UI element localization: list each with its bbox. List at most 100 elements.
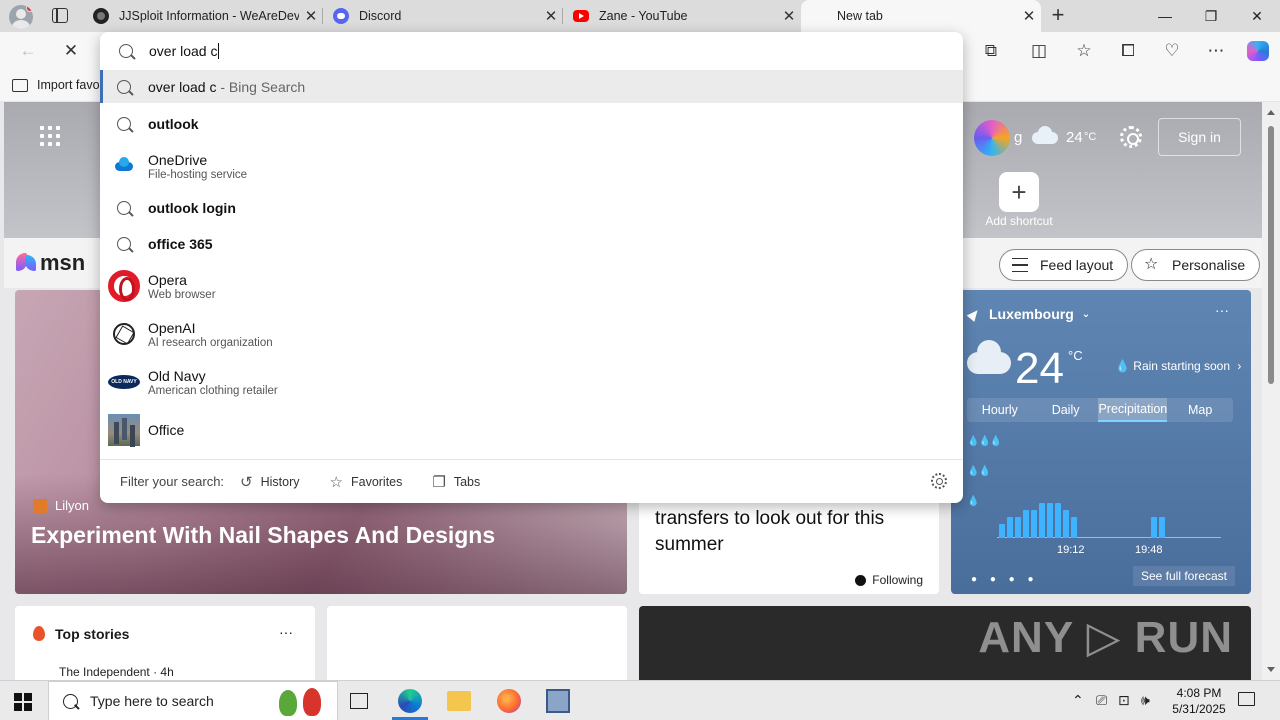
show-hidden-icons-chevron-icon[interactable]: ⌃ [1072,692,1084,709]
weather-temp-small[interactable]: 24 [1066,129,1083,146]
suggestion-search[interactable]: outlook login [100,190,963,226]
tab-daily[interactable]: Daily [1033,398,1099,422]
youtube-favicon-icon [573,10,589,22]
new-tab-plus-icon[interactable]: + [1047,4,1069,27]
app-taskbar-icon[interactable] [546,689,570,713]
weather-card[interactable]: Luxembourg ⌄ ··· 24 °C 💧 Rain starting s… [951,290,1251,594]
volume-icon[interactable]: 🕪 [1141,692,1150,709]
more-options-icon[interactable]: ··· [279,624,293,640]
tab-hourly[interactable]: Hourly [967,398,1033,422]
address-input[interactable]: over load c [149,43,220,59]
add-shortcut-plus-icon[interactable]: + [999,172,1039,212]
filter-tabs-button[interactable]: ❐ Tabs [432,473,480,491]
search-icon [119,44,133,58]
suggestion-entity[interactable]: OpenAI AI research organization [100,312,963,356]
top-stories-card[interactable]: Top stories ··· The Independent · 4h [15,606,315,680]
weather-location[interactable]: Luxembourg ⌄ [966,306,1090,322]
tab-jjsploit[interactable]: JJSploit Information - WeAreDevs ✕ [83,0,323,32]
close-window-icon[interactable]: ✕ [1234,0,1280,32]
file-explorer-icon[interactable] [447,691,471,711]
filter-history-button[interactable]: ↺ History [240,473,299,491]
opera-icon [108,270,140,302]
suggestion-search[interactable]: over load c - Bing Search [100,70,963,103]
precipitation-bar [1063,510,1069,538]
copilot-icon[interactable] [1244,38,1272,64]
chevron-right-icon: › [1237,359,1242,373]
weather-cloud-icon [1032,126,1058,144]
taskbar-search-box[interactable]: Type here to search [48,681,338,720]
tab-actions-menu-icon[interactable] [52,8,68,23]
precipitation-bar [1015,517,1021,538]
weather-unit: °C [1068,348,1083,363]
carousel-dots[interactable]: ● ● ● ● [971,574,1039,585]
page-settings-gear-icon[interactable] [1120,126,1142,148]
rain-forecast[interactable]: 💧 Rain starting soon › [1115,359,1241,373]
suggestion-search[interactable]: office 365 [100,226,963,262]
windows-start-icon[interactable] [14,693,32,711]
msn-logo[interactable]: msn [16,250,85,276]
scroll-up-icon[interactable] [1267,110,1275,115]
network-icon[interactable]: ⊡ [1118,692,1130,709]
tab-map[interactable]: Map [1167,398,1233,422]
close-tab-icon[interactable]: ✕ [1017,7,1041,25]
precipitation-bar [999,524,1005,538]
suggestion-text: over load c [148,78,217,95]
openai-icon [113,323,135,345]
weather-more-icon[interactable]: ··· [1215,302,1229,318]
old-navy-icon: OLD NAVY [108,375,140,389]
import-favorites-label: Import favo [37,78,100,92]
browser-essentials-icon[interactable]: ♡ [1158,38,1186,64]
tab-youtube[interactable]: Zane - YouTube ✕ [563,0,801,32]
feed-layout-button[interactable]: Feed layout [999,249,1129,281]
page-scrollbar[interactable] [1262,102,1280,680]
article-headline[interactable]: Experiment With Nail Shapes And Designs [31,522,495,549]
edge-taskbar-icon[interactable] [398,689,422,713]
back-arrow-icon[interactable]: ← [14,38,42,64]
system-clock[interactable]: 4:08 PM 5/31/2025 [1164,685,1234,717]
tab-precipitation[interactable]: Precipitation [1098,398,1168,422]
profile-avatar-icon[interactable] [9,5,33,29]
app-launcher-icon[interactable] [40,126,60,146]
filter-favorites-button[interactable]: ☆ Favorites [330,473,403,491]
meet-now-icon[interactable]: ⎚ [1096,692,1107,709]
see-full-forecast-link[interactable]: See full forecast [1132,566,1235,586]
suggestion-subtitle: American clothing retailer [148,384,278,397]
video-card[interactable]: ANY ▷ RUN [639,606,1251,680]
tab-discord[interactable]: Discord ✕ [323,0,563,32]
suggestion-entity[interactable]: Opera Web browser [100,264,963,308]
suggestion-entity[interactable]: Office [100,412,963,448]
split-screen-icon[interactable]: ◫ [1025,38,1053,64]
tab-title: Discord [359,9,402,23]
scrollbar-thumb[interactable] [1268,126,1274,384]
collections-icon[interactable]: ⧠ [1114,38,1142,64]
close-tab-icon[interactable]: ✕ [299,7,323,25]
filter-history-label: History [260,474,300,489]
suggestion-settings-gear-icon[interactable] [931,473,947,489]
minimize-icon[interactable]: — [1142,0,1188,32]
notification-center-icon[interactable] [1238,692,1255,706]
settings-more-icon[interactable]: ⋯ [1202,38,1230,64]
personalise-button[interactable]: ☆ Personalise [1131,249,1261,281]
import-favorites-button[interactable]: Import favo [12,78,100,92]
time-label: 19:12 [1057,544,1085,556]
suggestion-entity[interactable]: OLD NAVY Old Navy American clothing retai… [100,360,963,404]
copilot-avatar-icon[interactable] [974,120,1010,156]
feed-layout-label: Feed layout [1040,257,1114,273]
news-headline[interactable]: transfers to look out for this summer [655,506,935,558]
scroll-down-icon[interactable] [1267,667,1275,672]
favorites-star-icon[interactable]: ☆ [1070,38,1098,64]
task-view-icon[interactable] [350,693,368,709]
close-tab-icon[interactable]: ✕ [539,7,563,25]
extensions-icon[interactable]: ⧉ [977,38,1005,64]
firefox-icon[interactable] [497,689,521,713]
suggestion-search[interactable]: outlook [100,106,963,142]
sign-in-button[interactable]: Sign in [1158,118,1241,156]
address-bar[interactable]: over load c [100,32,963,70]
suggestion-entity[interactable]: OneDrive File-hosting service [100,144,963,188]
stop-loading-icon[interactable]: ✕ [57,38,85,64]
close-tab-icon[interactable]: ✕ [777,7,801,25]
following-badge[interactable]: Following [855,573,923,587]
personalise-star-icon: ☆ [1144,256,1159,273]
tab-new-tab[interactable]: New tab ✕ [801,0,1041,32]
restore-icon[interactable]: ❐ [1188,0,1234,32]
